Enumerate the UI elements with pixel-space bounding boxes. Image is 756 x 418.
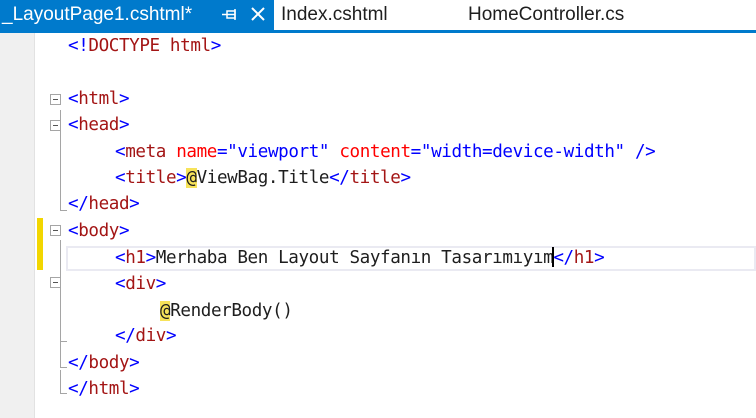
- code-line-html-close[interactable]: </html>: [68, 376, 140, 402]
- razor-expression: RenderBody(): [170, 301, 293, 321]
- bracket: </: [68, 353, 89, 373]
- code-line-title[interactable]: <title>@ViewBag.Title</title>: [115, 165, 411, 191]
- gutter-separator: [34, 33, 35, 418]
- line-number-gutter: [0, 33, 34, 418]
- collapse-toggle-icon[interactable]: [50, 94, 61, 105]
- code-line-doctype[interactable]: <!DOCTYPE html>: [68, 33, 221, 59]
- razor-expression: ViewBag.Title: [196, 168, 330, 188]
- code-line-div-close[interactable]: </div>: [115, 323, 177, 349]
- code-line-div-open[interactable]: <div>: [115, 271, 166, 297]
- code-line-renderbody[interactable]: @RenderBody(): [160, 298, 293, 324]
- bracket: >: [594, 248, 605, 268]
- razor-at-symbol: @: [160, 301, 171, 321]
- outline-guide-end: [60, 341, 67, 342]
- collapse-toggle-icon[interactable]: [50, 120, 61, 131]
- razor-at-symbol: @: [186, 168, 197, 188]
- tag-name: h1: [573, 248, 595, 268]
- collapse-toggle-icon[interactable]: [50, 225, 61, 236]
- bracket: >: [118, 115, 130, 135]
- bracket: >: [165, 326, 177, 346]
- code-line-html-open[interactable]: <html>: [68, 86, 130, 112]
- bracket: <!: [68, 36, 89, 56]
- attribute-name: content: [339, 142, 411, 162]
- attribute-value: "viewport": [227, 142, 330, 162]
- tab-label: HomeController.cs: [468, 4, 625, 25]
- bracket: >: [118, 89, 130, 109]
- bracket: >: [145, 248, 157, 268]
- bracket: >: [129, 194, 140, 214]
- outline-guide-end: [60, 393, 67, 394]
- bracket: >: [176, 168, 187, 188]
- bracket: <: [115, 142, 126, 162]
- bracket: <: [115, 168, 126, 188]
- bracket: >: [118, 221, 130, 241]
- bracket: >: [400, 168, 411, 188]
- tag-name: title: [125, 168, 177, 188]
- bracket: </: [68, 379, 89, 399]
- tag-name: div: [125, 274, 156, 294]
- tag-name: meta: [125, 142, 166, 162]
- attribute-name: name: [176, 142, 217, 162]
- bracket: </: [68, 194, 89, 214]
- bracket: <: [68, 221, 79, 241]
- bracket: <: [115, 274, 126, 294]
- tab-layoutpage1[interactable]: _LayoutPage1.cshtml*: [0, 0, 274, 30]
- tag-name: body: [88, 353, 130, 373]
- outline-guide-line: [60, 292, 61, 342]
- bracket: </: [115, 326, 136, 346]
- tag-name: div: [135, 326, 166, 346]
- equals-sign: =: [216, 142, 228, 162]
- code-line-body-close[interactable]: </body>: [68, 350, 140, 376]
- tag-name: title: [349, 168, 401, 188]
- close-icon[interactable]: [248, 0, 268, 30]
- tab-index[interactable]: Index.cshtml: [281, 0, 388, 30]
- bracket: >: [210, 36, 222, 56]
- attribute-value: "width=device-width": [420, 142, 625, 162]
- bracket: >: [155, 274, 167, 294]
- code-line-head-close[interactable]: </head>: [68, 191, 140, 217]
- doctype-name: DOCTYPE html: [88, 36, 211, 56]
- equals-sign: =: [410, 142, 422, 162]
- bracket: <: [68, 89, 79, 109]
- outline-guide-end: [60, 367, 67, 368]
- code-line-body-open[interactable]: <body>: [68, 218, 130, 244]
- bracket: <: [68, 115, 79, 135]
- change-indicator-bar: [37, 218, 43, 270]
- code-line-meta[interactable]: <meta name="viewport" content="width=dev…: [115, 139, 656, 165]
- tag-name: html: [88, 379, 130, 399]
- bracket: </: [553, 248, 574, 268]
- bracket: <: [115, 248, 126, 268]
- tag-name: body: [78, 221, 119, 241]
- bracket: >: [129, 379, 140, 399]
- bracket: >: [129, 353, 140, 373]
- collapse-toggle-icon[interactable]: [50, 277, 61, 288]
- bracket: </: [329, 168, 350, 188]
- tag-name: head: [88, 194, 130, 214]
- tab-label: Index.cshtml: [281, 4, 388, 25]
- tab-label: _LayoutPage1.cshtml*: [2, 4, 193, 25]
- tag-name: head: [78, 115, 119, 135]
- code-line-head-open[interactable]: <head>: [68, 112, 130, 138]
- tab-homecontroller[interactable]: HomeController.cs: [468, 0, 624, 30]
- document-tab-bar: _LayoutPage1.cshtml* Index.cshtml HomeCo…: [0, 0, 756, 30]
- tag-name: h1: [125, 248, 146, 268]
- bracket: />: [634, 142, 656, 162]
- tag-name: html: [78, 89, 119, 109]
- heading-text: Merhaba Ben Layout Sayfanın Tasarımıyım: [155, 248, 554, 268]
- pin-icon[interactable]: [221, 0, 239, 30]
- outline-guide-end: [60, 210, 67, 211]
- outline-guide-line: [60, 370, 61, 394]
- code-line-h1[interactable]: <h1>Merhaba Ben Layout Sayfanın Tasarımı…: [115, 245, 605, 271]
